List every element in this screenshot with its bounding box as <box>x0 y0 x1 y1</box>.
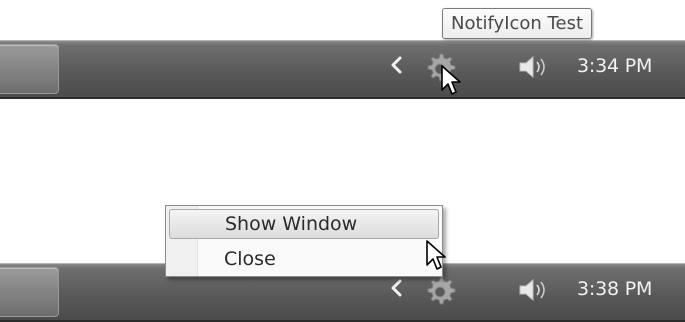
menu-item-close[interactable]: Close <box>169 244 437 274</box>
screen-tooltip: 3:34 PM NotifyIcon Test <box>0 0 685 110</box>
start-button[interactable] <box>0 44 59 94</box>
menu-item-label: Close <box>224 248 276 270</box>
menu-item-label: Show Window <box>225 213 358 235</box>
start-button[interactable] <box>0 267 59 317</box>
menu-item-show-window[interactable]: Show Window <box>169 209 439 239</box>
chevron-left-icon[interactable] <box>389 55 403 75</box>
context-menu: Show Window Close <box>165 205 443 277</box>
tooltip: NotifyIcon Test <box>442 8 593 39</box>
speaker-icon[interactable] <box>517 54 551 80</box>
speaker-icon[interactable] <box>517 277 551 303</box>
arrow-cursor-icon <box>426 240 446 270</box>
gear-icon[interactable] <box>422 274 458 310</box>
arrow-cursor-icon <box>441 65 461 95</box>
clock[interactable]: 3:38 PM <box>577 278 652 300</box>
screen-context-menu: 3:38 PM Show Window Close <box>0 195 685 322</box>
clock[interactable]: 3:34 PM <box>577 55 652 77</box>
chevron-left-icon[interactable] <box>389 278 403 298</box>
taskbar: 3:34 PM <box>0 40 685 99</box>
